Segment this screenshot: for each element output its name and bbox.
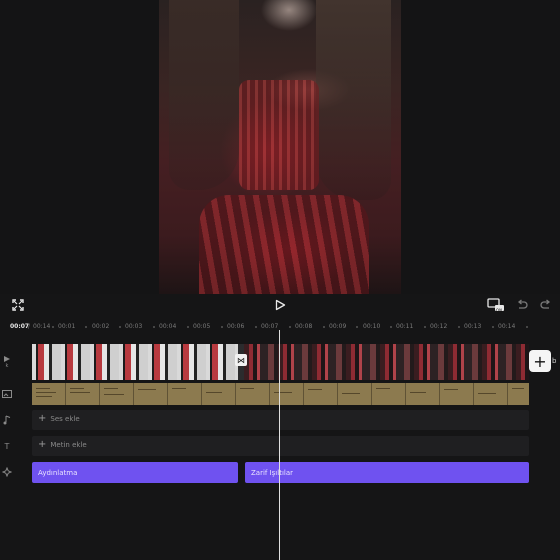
ruler-tick: 00:05 [193, 323, 211, 330]
caption-line [70, 388, 84, 389]
caption-line [308, 389, 322, 390]
time-separator: / [28, 323, 31, 330]
caption-line [376, 388, 390, 389]
add-clip-button[interactable]: + [529, 350, 551, 372]
caption-line [36, 392, 56, 393]
ruler-dot [424, 326, 426, 328]
video-clip-1[interactable] [32, 344, 238, 380]
add-text-button[interactable]: + Metin ekle [38, 440, 87, 450]
ruler-dot [323, 326, 325, 328]
video-track[interactable]: ⋈ [32, 344, 529, 380]
timeline-ruler[interactable]: 00:07 / 00:14 00:01 00:02 00:03 00:04 00… [0, 320, 560, 334]
ruler-dot [153, 326, 155, 328]
preview-badge: ON [495, 307, 503, 313]
ruler-dot [492, 326, 494, 328]
image-icon[interactable] [0, 388, 14, 400]
caption-line [104, 394, 124, 395]
caption-line [274, 392, 292, 393]
video-preview [0, 0, 560, 294]
caption-line [104, 388, 118, 389]
play-icon[interactable] [272, 297, 288, 313]
redo-icon[interactable] [538, 297, 554, 313]
caption-line [206, 392, 222, 393]
ruler-tick: 00:13 [464, 323, 482, 330]
playhead[interactable] [279, 330, 280, 560]
plus-icon: + [38, 413, 47, 424]
ruler-dot [85, 326, 87, 328]
ruler-tick: 00:12 [430, 323, 448, 330]
ruler-tick: 00:02 [92, 323, 110, 330]
ruler-dot [255, 326, 257, 328]
effects-icon[interactable] [0, 466, 14, 478]
text-track[interactable]: + Metin ekle [32, 436, 529, 456]
caption-track[interactable] [32, 383, 529, 405]
caption-line [478, 393, 496, 394]
video-frame[interactable] [159, 0, 401, 294]
caption-line [444, 389, 458, 390]
ruler-dot [356, 326, 358, 328]
ruler-tick: 00:10 [363, 323, 381, 330]
caption-line [172, 388, 186, 389]
add-text-label: Metin ekle [50, 441, 87, 449]
frame-figure-torso [239, 80, 319, 190]
audio-track[interactable]: + Ses ekle [32, 410, 529, 430]
expand-icon[interactable] [10, 297, 26, 313]
ruler-tick: 00:01 [58, 323, 76, 330]
caption-line [138, 389, 156, 390]
track-tool-strip: k T [0, 344, 14, 494]
tool-label: k [5, 363, 9, 369]
caption-line [36, 388, 50, 389]
ruler-dot [390, 326, 392, 328]
frame-figure-hair-left [169, 0, 239, 190]
undo-icon[interactable] [514, 297, 530, 313]
caption-line [70, 392, 90, 393]
ruler-tick: 00:06 [227, 323, 245, 330]
transition-icon[interactable]: ⋈ [235, 354, 247, 366]
ruler-tick: 00:08 [295, 323, 313, 330]
text-icon[interactable]: T [0, 440, 14, 452]
frame-figure-skirt [199, 195, 369, 294]
ruler-dot [221, 326, 223, 328]
plus-icon: + [38, 439, 47, 450]
add-audio-button[interactable]: + Ses ekle [38, 414, 80, 424]
ruler-tick: 00:14 [498, 323, 516, 330]
ruler-dot [458, 326, 460, 328]
effect-clip[interactable]: Aydınlatma [32, 462, 238, 483]
caption-line [36, 396, 52, 397]
frame-figure-hair-right [316, 0, 391, 200]
ruler-tick: 00:11 [396, 323, 414, 330]
effect-clip[interactable]: Zarif Işıltılar [245, 462, 529, 483]
caption-line [410, 392, 426, 393]
add-audio-label: Ses ekle [50, 415, 80, 423]
caption-line [342, 393, 360, 394]
ruler-dot [187, 326, 189, 328]
player-controls: ON [0, 294, 560, 316]
video-clip-2[interactable] [244, 344, 529, 380]
ruler-dot [289, 326, 291, 328]
video-icon[interactable]: k [0, 350, 14, 374]
total-time: 00:14 [33, 323, 51, 330]
music-note-icon[interactable] [0, 414, 14, 426]
ruler-tick: 00:09 [329, 323, 347, 330]
ruler-tick: 00:04 [159, 323, 177, 330]
ruler-dot [526, 326, 528, 328]
ruler-tick: 00:07 [261, 323, 279, 330]
caption-line [240, 388, 254, 389]
ruler-dot [52, 326, 54, 328]
caption-line [512, 388, 524, 389]
clipped-label: b [552, 357, 557, 365]
current-time: 00:07 [10, 323, 30, 330]
ruler-tick: 00:03 [125, 323, 143, 330]
ruler-dot [119, 326, 121, 328]
